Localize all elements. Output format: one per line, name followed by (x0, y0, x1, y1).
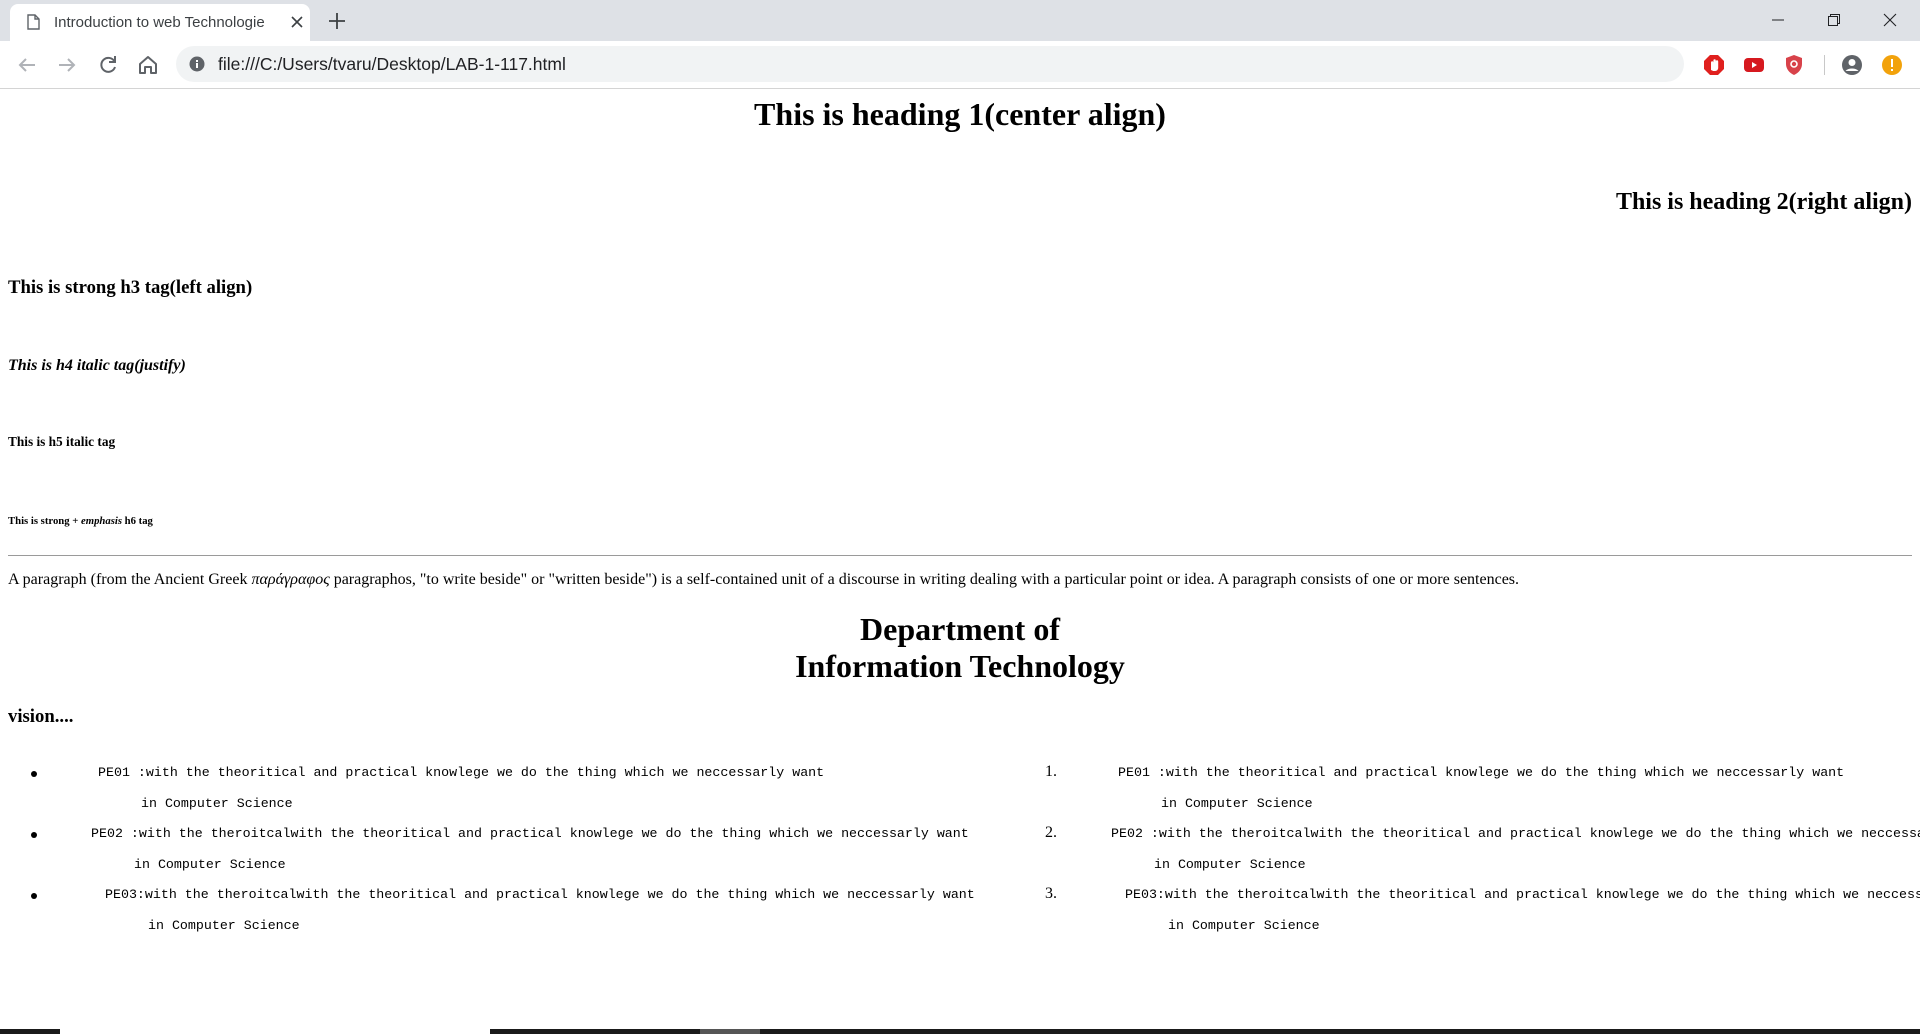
info-icon[interactable] (189, 56, 205, 72)
document-icon (27, 14, 40, 30)
paragraph-rest: paragraphos, "to write beside" or "writt… (329, 571, 1520, 588)
minimize-button[interactable] (1750, 0, 1806, 40)
list-item-subtext: in Computer Science (1168, 918, 1320, 933)
youtube-icon[interactable] (1742, 53, 1766, 77)
list-item-text: PE03:with the theroitcalwith the theorit… (105, 887, 975, 902)
restore-button[interactable] (1806, 0, 1862, 40)
plus-icon[interactable] (326, 10, 348, 32)
h6-strong-text: This is strong + (8, 515, 82, 527)
list-item: 3. PE03:with the theroitcalwith the theo… (1020, 885, 1920, 943)
bullet-marker (31, 893, 37, 899)
account-icon[interactable] (1840, 53, 1864, 77)
paragraph-greek: παράγραφος (251, 571, 330, 588)
bullet-marker (31, 832, 37, 838)
page-viewport: This is heading 1(center align) This is … (0, 89, 1920, 1029)
address-bar[interactable]: file:///C:/Users/tvaru/Desktop/LAB-1-117… (176, 46, 1684, 82)
arrow-left-icon[interactable] (15, 53, 39, 77)
list-item: 2. PE02 :with the theroitcalwith the the… (1020, 824, 1920, 882)
list-item-text: PE01 :with the theoritical and practical… (98, 765, 825, 780)
department-line-2: Information Technology (795, 648, 1125, 684)
toolbar-divider (1824, 55, 1825, 75)
list-item: PE02 :with the theroitcalwith the theori… (0, 826, 1000, 882)
heading-2: This is heading 2(right align) (1615, 189, 1912, 215)
tab-strip: Introduction to web Technologie (0, 0, 1920, 41)
list-item-subtext: in Computer Science (148, 918, 300, 933)
list-item-subtext: in Computer Science (1161, 796, 1313, 811)
bottom-edge-highlight (60, 1029, 490, 1034)
list-item-subtext: in Computer Science (1154, 857, 1306, 872)
adblock-icon[interactable] (1702, 53, 1726, 77)
bullet-marker (31, 771, 37, 777)
vision-heading: vision.... (8, 706, 74, 727)
url-text[interactable]: file:///C:/Users/tvaru/Desktop/LAB-1-117… (218, 54, 566, 75)
minimize-icon (1772, 19, 1784, 21)
list-item-text: PE01 :with the theoritical and practical… (1118, 765, 1845, 780)
shield-icon[interactable] (1782, 53, 1806, 77)
list-item: PE03:with the theroitcalwith the theorit… (0, 887, 1000, 943)
list-item-text: PE02 :with the theroitcalwith the theori… (91, 826, 969, 841)
tab-title: Introduction to web Technologie (54, 14, 265, 31)
browser-toolbar: file:///C:/Users/tvaru/Desktop/LAB-1-117… (0, 41, 1920, 89)
close-window-button[interactable] (1862, 0, 1918, 40)
paragraph: A paragraph (from the Ancient Greek παρά… (8, 570, 1912, 590)
restore-icon (1828, 14, 1840, 26)
close-icon (1883, 13, 1897, 27)
heading-4: This is h4 italic tag(justify) (8, 357, 186, 374)
paragraph-intro: A paragraph (from the Ancient Greek (8, 571, 252, 588)
department-heading: Department of Information Technology (8, 611, 1912, 685)
heading-1: This is heading 1(center align) (754, 96, 1166, 132)
home-icon[interactable] (136, 53, 160, 77)
list-item: PE01 :with the theoritical and practical… (0, 765, 1000, 821)
browser-tab[interactable]: Introduction to web Technologie (10, 4, 310, 41)
arrow-right-icon[interactable] (55, 53, 79, 77)
list-item-subtext: in Computer Science (134, 857, 286, 872)
reload-icon[interactable] (96, 53, 120, 77)
close-icon[interactable] (289, 14, 305, 30)
heading-3: This is strong h3 tag(left align) (8, 277, 253, 298)
list-item-subtext: in Computer Science (141, 796, 293, 811)
alert-icon[interactable] (1880, 53, 1904, 77)
h6-tail-text: h6 tag (122, 515, 153, 527)
list-number: 2. (1045, 824, 1057, 841)
list-number: 3. (1045, 885, 1057, 902)
heading-6: This is strong + emphasis h6 tag (8, 515, 153, 528)
list-item: 1. PE01 :with the theoritical and practi… (1020, 763, 1920, 821)
heading-5: This is h5 italic tag (8, 434, 116, 449)
list-item-text: PE03:with the theroitcalwith the theorit… (1125, 887, 1920, 902)
department-line-1: Department of (860, 611, 1060, 647)
horizontal-rule (8, 555, 1912, 556)
bottom-edge-segment (700, 1029, 760, 1034)
h6-emphasis-text: emphasis (81, 515, 122, 527)
list-number: 1. (1045, 763, 1057, 780)
list-item-text: PE02 :with the theroitcalwith the theori… (1111, 826, 1920, 841)
